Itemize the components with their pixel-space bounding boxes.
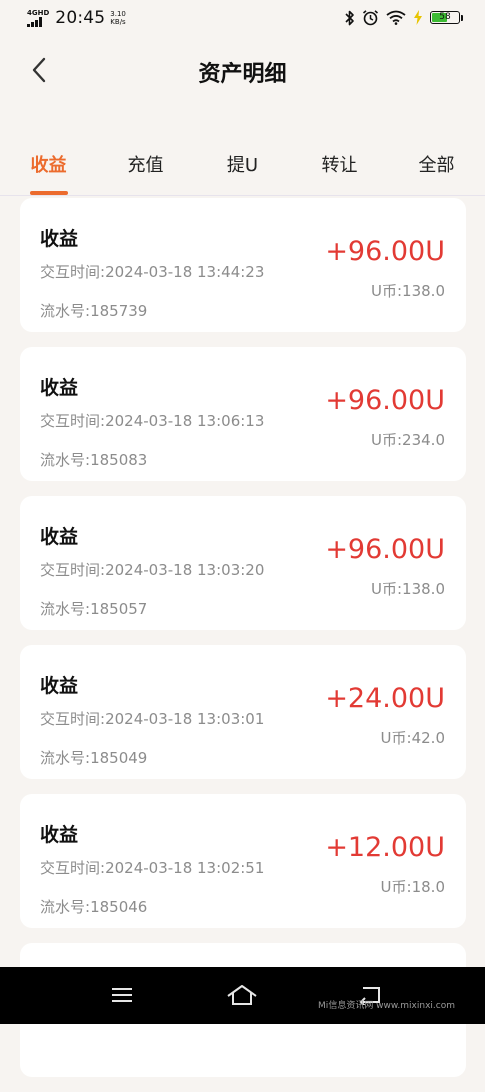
record-balance: 138.0 <box>402 282 445 300</box>
tab-3[interactable]: 转让 <box>291 140 388 195</box>
record-serial-row: 流水号:185739 <box>40 300 147 321</box>
record-type: 收益 <box>40 824 79 846</box>
watermark: Mi信息资讯网 www.mixinxi.com <box>318 1001 455 1011</box>
tab-label: 收益 <box>30 155 67 176</box>
record-type: 收益 <box>40 377 79 399</box>
tab-label: 全部 <box>418 155 455 176</box>
record-time-row: 交互时间:2024-03-18 13:06:13 <box>40 410 264 431</box>
balance-label: U币: <box>371 431 403 449</box>
record-amount: +12.00U <box>325 832 445 863</box>
record-serial-row: 流水号:185046 <box>40 896 147 917</box>
record-time-row: 交互时间:2024-03-18 13:03:01 <box>40 708 264 729</box>
record-time-row: 交互时间:2024-03-18 13:03:20 <box>40 559 264 580</box>
charging-icon <box>414 10 422 25</box>
network-type: 4GHD <box>27 9 50 17</box>
balance-label: U币: <box>371 282 403 300</box>
alarm-icon <box>362 10 379 26</box>
menu-button[interactable] <box>102 979 142 1011</box>
tab-1[interactable]: 充值 <box>97 140 194 195</box>
record-amount: +96.00U <box>325 534 445 565</box>
record-list: 收益 交互时间:2024-03-18 13:44:23 流水号:185739 +96.… <box>20 198 466 1092</box>
record-amount: +24.00U <box>325 683 445 714</box>
record-serial-row: 流水号:185049 <box>40 747 147 768</box>
battery-level: 58 <box>439 12 451 22</box>
app-header: 资产明细 <box>0 38 485 104</box>
record-serial: 185046 <box>90 898 148 916</box>
record-card[interactable]: 收益交互时间:2024-03-18 13:02:51 流水号:185046 +12.… <box>20 794 466 928</box>
battery-icon: 58 <box>430 11 463 24</box>
record-serial: 185057 <box>90 600 148 618</box>
record-balance-row: U币:18.0 <box>381 876 445 897</box>
system-nav-bar: Mi信息资讯网 www.mixinxi.com <box>0 967 485 1024</box>
time-label: 交互时间: <box>40 412 106 430</box>
tab-4[interactable]: 全部 <box>388 140 485 195</box>
record-time: 2024-03-18 13:03:20 <box>105 561 265 579</box>
record-card[interactable]: 收益交互时间:2024-03-18 13:44:23 流水号:185739 +96.… <box>20 198 466 332</box>
home-button[interactable] <box>222 979 262 1011</box>
speed-value: 3.10 <box>110 10 126 18</box>
record-balance: 18.0 <box>411 878 445 896</box>
tab-bar: 收益 充值 提U 转让 全部 <box>0 140 485 196</box>
status-bar: 4GHD 20:45 3.10 KB/s 58 <box>0 0 485 38</box>
wifi-icon <box>386 10 406 25</box>
record-serial: 185049 <box>90 749 148 767</box>
time-label: 交互时间: <box>40 710 106 728</box>
record-type: 收益 <box>40 675 79 697</box>
tab-label: 充值 <box>127 155 164 176</box>
serial-label: 流水号: <box>40 749 91 767</box>
bluetooth-icon <box>345 10 354 25</box>
record-serial: 185083 <box>90 451 148 469</box>
speed-unit: KB/s <box>110 18 126 26</box>
record-card[interactable]: 收益交互时间:2024-03-18 13:03:20 流水号:185057 +96.… <box>20 496 466 630</box>
time-label: 交互时间: <box>40 859 106 877</box>
balance-label: U币: <box>380 729 412 747</box>
record-time: 2024-03-18 13:02:51 <box>105 859 265 877</box>
clock: 20:45 <box>55 8 106 28</box>
time-label: 交互时间: <box>40 561 106 579</box>
record-balance: 234.0 <box>402 431 445 449</box>
serial-label: 流水号: <box>40 451 91 469</box>
record-time: 2024-03-18 13:03:01 <box>105 710 265 728</box>
record-card[interactable]: 收益交互时间:2024-03-18 13:06:13 流水号:185083 +96.… <box>20 347 466 481</box>
status-left: 4GHD 20:45 3.10 KB/s <box>27 8 126 28</box>
record-time: 2024-03-18 13:06:13 <box>105 412 265 430</box>
balance-label: U币: <box>380 878 412 896</box>
time-label: 交互时间: <box>40 263 106 281</box>
record-balance-row: U币:42.0 <box>381 727 445 748</box>
network-speed: 3.10 KB/s <box>110 10 126 26</box>
tab-label: 转让 <box>321 155 358 176</box>
record-serial: 185739 <box>90 302 148 320</box>
record-card[interactable]: 收益交互时间:2024-03-18 13:03:01 流水号:185049 +24.… <box>20 645 466 779</box>
record-time-row: 交互时间:2024-03-18 13:02:51 <box>40 857 264 878</box>
record-time: 2024-03-18 13:44:23 <box>105 263 265 281</box>
record-balance-row: U币:234.0 <box>371 429 445 450</box>
tab-0[interactable]: 收益 <box>0 140 97 195</box>
record-balance: 138.0 <box>402 580 445 598</box>
record-balance-row: U币:138.0 <box>371 578 445 599</box>
serial-label: 流水号: <box>40 302 91 320</box>
record-time-row: 交互时间:2024-03-18 13:44:23 <box>40 261 264 282</box>
record-amount: +96.00U <box>325 385 445 416</box>
record-amount: +96.00U <box>325 236 445 267</box>
signal-icon <box>27 17 42 27</box>
tab-active-indicator <box>29 191 68 195</box>
serial-label: 流水号: <box>40 600 91 618</box>
record-serial-row: 流水号:185083 <box>40 449 147 470</box>
status-right: 58 <box>345 9 463 26</box>
record-type: 收益 <box>40 228 79 250</box>
record-serial-row: 流水号:185057 <box>40 598 147 619</box>
menu-icon <box>112 988 132 1002</box>
record-balance: 42.0 <box>411 729 445 747</box>
balance-label: U币: <box>371 580 403 598</box>
network-indicator: 4GHD <box>27 9 49 27</box>
record-balance-row: U币:138.0 <box>371 280 445 301</box>
record-type: 收益 <box>40 526 79 548</box>
tab-label: 提U <box>226 155 259 176</box>
tab-2[interactable]: 提U <box>194 140 291 195</box>
serial-label: 流水号: <box>40 898 91 916</box>
page-title: 资产明细 <box>198 62 287 87</box>
home-icon <box>227 985 257 1005</box>
